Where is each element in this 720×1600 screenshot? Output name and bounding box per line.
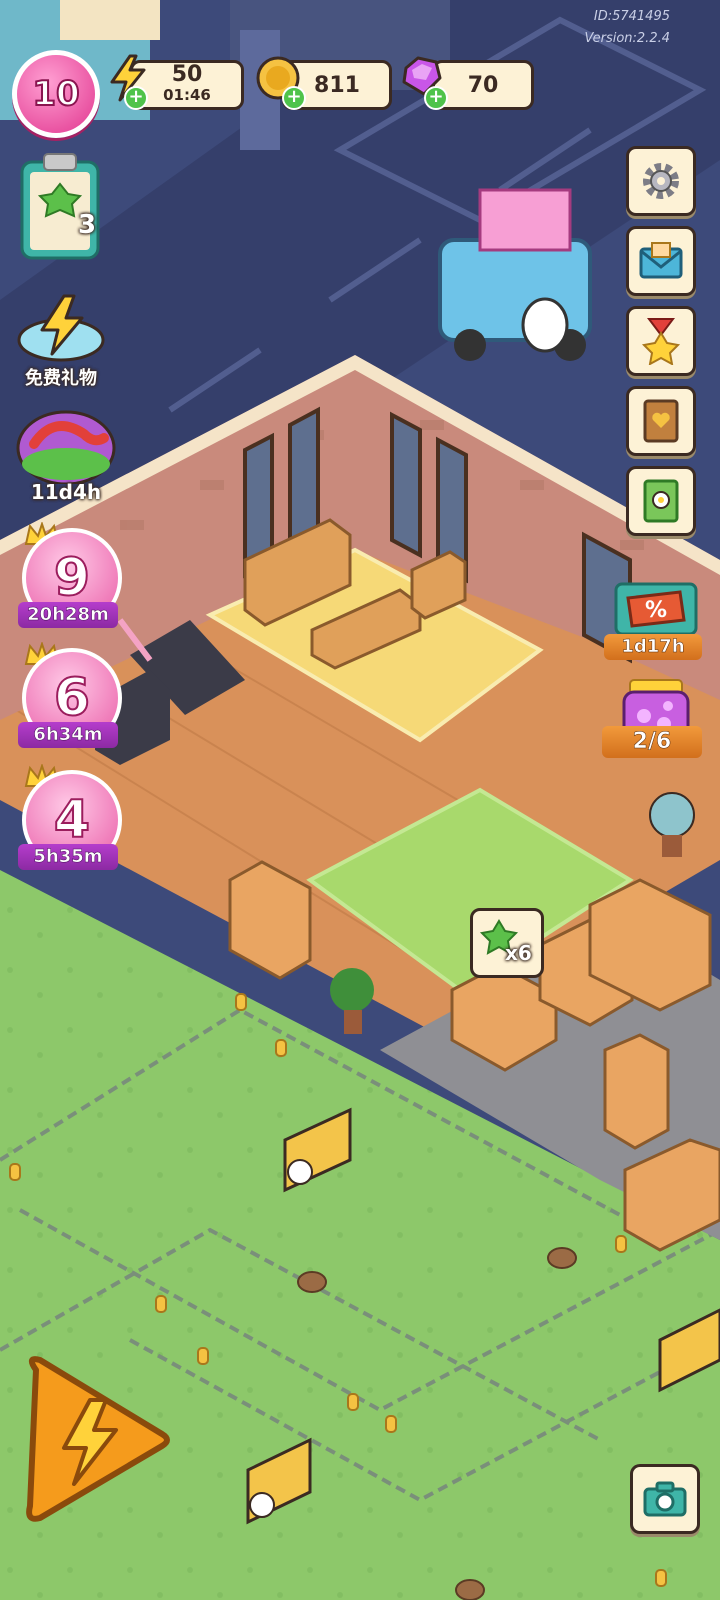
gems-counter[interactable]: 70 [432, 60, 534, 110]
recipe-book-button[interactable] [626, 466, 696, 536]
coins-value: 811 [314, 72, 360, 98]
boost-event-6[interactable]: 6 6h34m [18, 642, 122, 748]
camera-icon [643, 1481, 687, 1517]
game-version: Version:2.2.4 [584, 31, 670, 46]
camera-button[interactable] [630, 1464, 700, 1534]
gems-value: 70 [467, 72, 499, 98]
boost-timer: 20h28m [18, 602, 118, 628]
collection-book-button[interactable] [626, 386, 696, 456]
boost-timer: 6h34m [18, 722, 118, 748]
sale-offer-button[interactable]: % 1d17h [604, 580, 702, 666]
clover-reward-bubble[interactable]: x6 [470, 908, 544, 978]
mail-icon [639, 242, 683, 279]
boost-event-9[interactable]: 9 20h28m [18, 522, 122, 628]
quest-clipboard-button[interactable]: 3 [18, 150, 102, 262]
boost-number: 6 [53, 667, 91, 729]
player-level-badge[interactable]: 10 [12, 50, 100, 138]
clipboard-icon [20, 153, 100, 260]
player-level-text: 10 [31, 73, 80, 115]
dragon-icon [16, 410, 116, 486]
gear-icon [643, 163, 679, 199]
boost-number: 4 [53, 789, 91, 851]
candy-jar-progress: 2/6 [602, 726, 702, 758]
dragon-event-timer: 11d4h [30, 480, 102, 504]
svg-text:%: % [645, 598, 667, 623]
free-gift-label: 免费礼物 [25, 368, 97, 389]
gift-lightning-icon [17, 294, 105, 362]
boost-event-4[interactable]: 4 5h35m [18, 764, 122, 870]
energy-refill-timer: 01:46 [163, 86, 211, 104]
clover-reward-count: x6 [505, 941, 532, 965]
player-id: ID:5741495 [593, 9, 670, 24]
lightning-play-icon [26, 1356, 170, 1522]
energy-boost-button[interactable] [16, 1356, 172, 1522]
account-meta: ID:5741495 Version:2.2.4 [584, 6, 670, 50]
add-energy-button[interactable]: + [124, 86, 148, 110]
boost-timer: 5h35m [18, 844, 118, 870]
free-gift-button[interactable]: 免费礼物 [12, 292, 110, 390]
achievements-button[interactable] [626, 306, 696, 376]
quest-count: 3 [78, 210, 97, 240]
sale-tag-icon: % [614, 582, 698, 636]
medal-icon [641, 318, 681, 365]
dragon-event-button[interactable]: 11d4h [14, 404, 118, 504]
sale-timer: 1d17h [604, 634, 702, 660]
add-coins-button[interactable]: + [282, 86, 306, 110]
settings-button[interactable] [626, 146, 696, 216]
add-gems-button[interactable]: + [424, 86, 448, 110]
mail-button[interactable] [626, 226, 696, 296]
recipe-book-icon [643, 479, 679, 523]
energy-value: 50 [171, 62, 203, 87]
candy-jar-button[interactable]: 2/6 [602, 676, 706, 772]
heart-book-icon [643, 399, 679, 443]
boost-number: 9 [53, 547, 91, 609]
